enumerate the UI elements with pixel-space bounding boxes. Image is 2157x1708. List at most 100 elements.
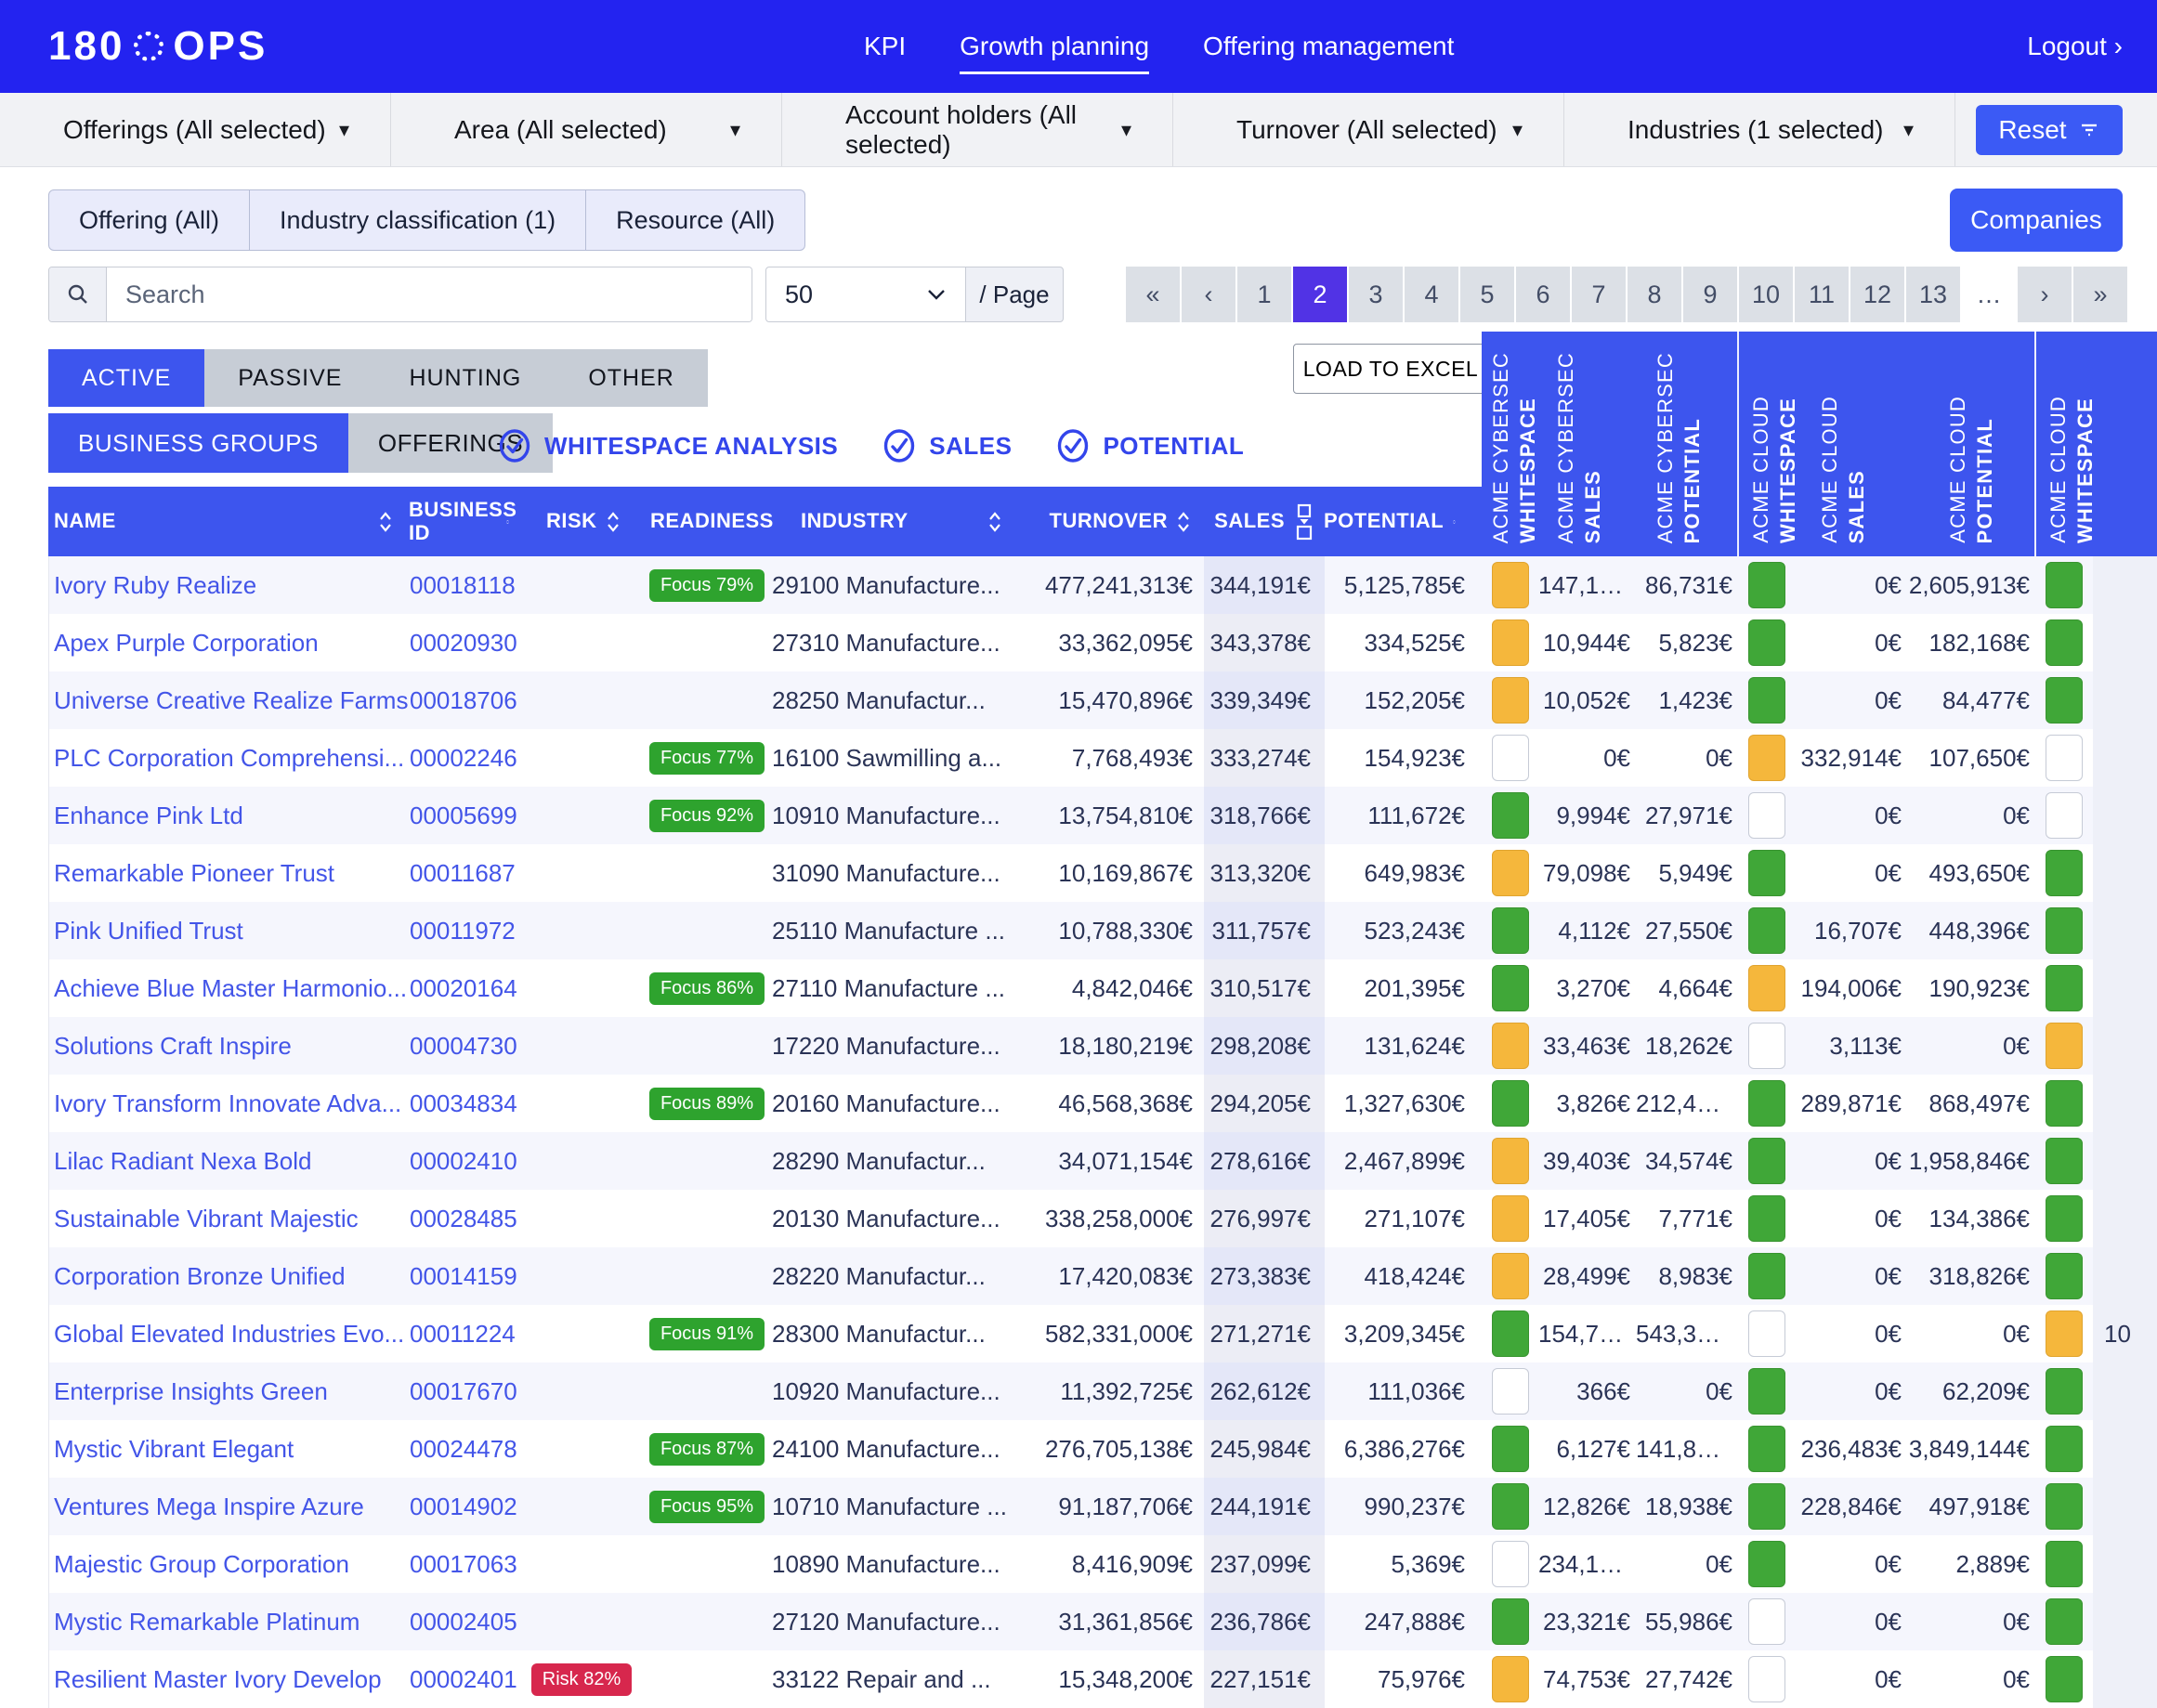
acme-cloud-2-whitespace-box-green[interactable]: [2046, 1195, 2083, 1242]
business-id-link[interactable]: 00011972: [410, 917, 516, 945]
filter-dropdown-area-all-selected[interactable]: Area (All selected)▾: [391, 93, 782, 166]
status-tab-active[interactable]: ACTIVE: [48, 349, 204, 407]
company-link[interactable]: Enhance Pink Ltd: [54, 802, 243, 829]
business-id-link[interactable]: 00034834: [410, 1089, 517, 1117]
business-id-link[interactable]: 00020164: [410, 974, 517, 1002]
filter-dropdown-turnover-all-selected[interactable]: Turnover (All selected)▾: [1173, 93, 1564, 166]
acme-cybersec-whitespace-box-green[interactable]: [1492, 1310, 1529, 1357]
acme-cloud-whitespace-box-green[interactable]: [1748, 619, 1785, 666]
acme-cybersec-whitespace-box-white[interactable]: [1492, 1368, 1529, 1415]
column-header-sales[interactable]: SALES: [1203, 503, 1324, 541]
company-link[interactable]: Resilient Master Ivory Develop: [54, 1665, 382, 1693]
business-id-link[interactable]: 00011224: [410, 1320, 516, 1348]
page-cell-13[interactable]: 13: [1906, 267, 1960, 322]
column-header-business-id[interactable]: BUSINESS ID: [409, 499, 520, 543]
column-header-industry[interactable]: INDUSTRY: [771, 510, 1013, 534]
acme-cloud-whitespace-box-green[interactable]: [1748, 1368, 1785, 1415]
column-header-turnover[interactable]: TURNOVER: [1013, 510, 1203, 534]
acme-cloud-2-whitespace-box-orange[interactable]: [2046, 1023, 2083, 1069]
company-link[interactable]: Universe Creative Realize Farms: [54, 686, 408, 714]
sort-icon[interactable]: [506, 510, 509, 534]
business-id-link[interactable]: 00017670: [410, 1377, 517, 1405]
business-id-link[interactable]: 00018118: [410, 571, 516, 599]
acme-cloud-2-whitespace-box-green[interactable]: [2046, 619, 2083, 666]
acme-cybersec-whitespace-box-white[interactable]: [1492, 735, 1529, 781]
company-link[interactable]: PLC Corporation Comprehensi...: [54, 744, 404, 772]
business-id-link[interactable]: 00002401: [410, 1665, 517, 1693]
toggle-potential[interactable]: POTENTIAL: [1056, 429, 1244, 463]
acme-cloud-2-whitespace-box-green[interactable]: [2046, 677, 2083, 724]
acme-cloud-whitespace-box-green[interactable]: [1748, 907, 1785, 954]
page-cell-12[interactable]: 12: [1850, 267, 1904, 322]
page-cell-10[interactable]: 10: [1739, 267, 1793, 322]
company-link[interactable]: Ivory Ruby Realize: [54, 571, 256, 599]
acme-cybersec-whitespace-box-orange[interactable]: [1492, 677, 1529, 724]
status-tab-other[interactable]: OTHER: [555, 349, 708, 407]
acme-cloud-2-whitespace-box-white[interactable]: [2046, 735, 2083, 781]
acme-cloud-2-whitespace-box-green[interactable]: [2046, 1598, 2083, 1645]
page-cell-5[interactable]: 5: [1460, 267, 1514, 322]
page-cell-7[interactable]: 7: [1572, 267, 1626, 322]
business-id-link[interactable]: 00002405: [410, 1608, 517, 1636]
acme-cybersec-whitespace-box-orange[interactable]: [1492, 1656, 1529, 1702]
acme-cloud-2-whitespace-box-green[interactable]: [2046, 1080, 2083, 1127]
filter-dropdown-offerings-all-selected[interactable]: Offerings (All selected)▾: [0, 93, 391, 166]
acme-cloud-2-whitespace-box-green[interactable]: [2046, 1656, 2083, 1702]
sort-icon[interactable]: [607, 510, 620, 534]
acme-cybersec-whitespace-box-orange[interactable]: [1492, 1138, 1529, 1184]
column-header-name[interactable]: NAME: [48, 510, 409, 534]
acme-cloud-whitespace-box-white[interactable]: [1748, 1656, 1785, 1702]
business-id-link[interactable]: 00017063: [410, 1550, 517, 1578]
sort-icon[interactable]: [1453, 510, 1456, 534]
business-id-link[interactable]: 00020930: [410, 629, 517, 657]
acme-cybersec-whitespace-box-green[interactable]: [1492, 1483, 1529, 1530]
acme-cloud-2-whitespace-box-green[interactable]: [2046, 1541, 2083, 1587]
business-id-link[interactable]: 00002246: [410, 744, 517, 772]
company-link[interactable]: Pink Unified Trust: [54, 917, 243, 945]
company-link[interactable]: Corporation Bronze Unified: [54, 1262, 346, 1290]
acme-cybersec-whitespace-box-orange[interactable]: [1492, 850, 1529, 896]
page-cell-2[interactable]: 2: [1293, 267, 1347, 322]
acme-cybersec-whitespace-box-green[interactable]: [1492, 907, 1529, 954]
sort-icon[interactable]: [1177, 510, 1190, 534]
scope-button-resource-all[interactable]: Resource (All): [585, 189, 805, 251]
search-input[interactable]: [107, 267, 752, 321]
sort-icon[interactable]: [379, 510, 392, 534]
acme-cybersec-whitespace-box-orange[interactable]: [1492, 1253, 1529, 1299]
scope-button-industry-classification-1[interactable]: Industry classification (1): [249, 189, 586, 251]
group-tab-business-groups[interactable]: BUSINESS GROUPS: [48, 413, 348, 473]
column-header-readiness[interactable]: READINESS: [641, 510, 771, 534]
acme-cybersec-whitespace-box-green[interactable]: [1492, 1426, 1529, 1472]
page-cell-[interactable]: …: [1962, 267, 2016, 322]
acme-cloud-whitespace-box-white[interactable]: [1748, 1598, 1785, 1645]
acme-cloud-2-whitespace-box-green[interactable]: [2046, 1368, 2083, 1415]
company-link[interactable]: Achieve Blue Master Harmonio...: [54, 974, 407, 1002]
logout-link[interactable]: Logout ›: [2027, 32, 2123, 61]
business-id-link[interactable]: 00024478: [410, 1435, 517, 1463]
acme-cloud-whitespace-box-green[interactable]: [1748, 1080, 1785, 1127]
page-size-select[interactable]: 50: [765, 267, 966, 322]
nav-item-kpi[interactable]: KPI: [864, 0, 906, 93]
acme-cloud-2-whitespace-box-green[interactable]: [2046, 1483, 2083, 1530]
page-cell-6[interactable]: 6: [1516, 267, 1570, 322]
acme-cloud-2-whitespace-box-white[interactable]: [2046, 792, 2083, 839]
company-link[interactable]: Global Elevated Industries Evo...: [54, 1320, 404, 1348]
acme-cloud-whitespace-box-green[interactable]: [1748, 562, 1785, 608]
acme-cloud-whitespace-box-orange[interactable]: [1748, 965, 1785, 1011]
acme-cybersec-whitespace-box-orange[interactable]: [1492, 562, 1529, 608]
status-tab-hunting[interactable]: HUNTING: [375, 349, 555, 407]
page-cell-3[interactable]: 3: [1349, 267, 1403, 322]
acme-cloud-whitespace-box-white[interactable]: [1748, 792, 1785, 839]
toggle-whitespace-analysis[interactable]: WHITESPACE ANALYSIS: [498, 429, 838, 463]
sort-icon[interactable]: [988, 510, 1001, 534]
page-cell-4[interactable]: 4: [1405, 267, 1458, 322]
business-id-link[interactable]: 00014902: [410, 1493, 517, 1520]
load-to-excel-button[interactable]: LOAD TO EXCEL: [1293, 344, 1488, 394]
company-link[interactable]: Mystic Vibrant Elegant: [54, 1435, 294, 1463]
page-cell-1[interactable]: 1: [1237, 267, 1291, 322]
page-cell-[interactable]: «: [1126, 267, 1180, 322]
acme-cybersec-whitespace-box-orange[interactable]: [1492, 1023, 1529, 1069]
company-link[interactable]: Mystic Remarkable Platinum: [54, 1608, 360, 1636]
acme-cloud-2-whitespace-box-green[interactable]: [2046, 850, 2083, 896]
acme-cloud-whitespace-box-white[interactable]: [1748, 1023, 1785, 1069]
